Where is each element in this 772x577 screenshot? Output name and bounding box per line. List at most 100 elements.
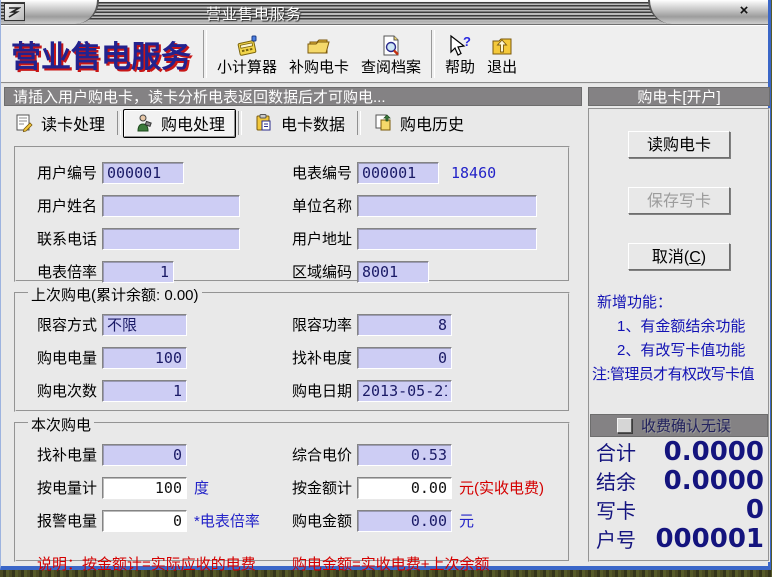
by-amount-unit: 元(实收电费) [459,477,544,498]
energy-bought-label: 购电电量 [37,347,102,368]
confirm-bar: 收费确认无误 [590,414,768,437]
purchase-card-panel: 读购电卡 保存写卡 取消(C) 新增功能： 1、有金额结余功能 2、有改写卡值功… [588,108,770,562]
limit-mode-input[interactable] [102,314,187,336]
exit-label: 退出 [487,59,517,77]
adjust-energy-input[interactable] [102,444,187,466]
tab-purchase-process-label: 购电处理 [161,111,225,135]
right-column: 购电卡[开户] 读购电卡 保存写卡 取消(C) 新增功能： 1、有金额结余功能 … [588,87,770,562]
last-purchase-legend: 上次购电(累计余额: 0.00) [28,284,202,305]
meter-no-input[interactable] [357,162,439,184]
repurchase-card-label: 补购电卡 [289,59,349,77]
tab-purchase-process[interactable]: 购电处理 [123,109,236,138]
history-pages-icon [373,113,393,133]
balance-row: 结余 0.0000 [590,466,768,495]
alarm-energy-label: 报警电量 [37,510,102,531]
limit-power-input[interactable] [357,314,452,336]
area-code-label: 区域编码 [292,261,357,282]
meter-no-label: 电表编号 [292,162,357,183]
person-icon [134,113,154,133]
adjust-degree-input[interactable] [357,347,452,369]
purchase-amount-unit: 元 [459,510,474,531]
by-energy-label: 按电量计 [37,477,102,498]
by-amount-input[interactable] [357,477,452,499]
note-left: 说明：按金额计=实际应收的电费 [37,553,256,574]
balance-label: 结余 [596,466,636,495]
confirm-checkbox[interactable] [617,418,632,433]
save-write-card-button: 保存写卡 [628,187,730,214]
app-logo-icon [4,3,25,21]
meter-rate-input[interactable] [102,261,174,283]
close-button[interactable]: × [734,2,754,20]
app-title: 营业售电服务 [11,32,191,76]
user-no-input[interactable] [102,162,184,184]
folder-card-icon [306,33,332,59]
read-card-button[interactable]: 读购电卡 [628,131,730,158]
account-no-row: 户号 000001 [590,524,768,553]
note-line: 2、有改写卡值功能 [617,339,768,363]
user-name-label: 用户姓名 [37,195,102,216]
phone-input[interactable] [102,228,240,250]
account-no-label: 户号 [596,524,636,553]
view-archive-button[interactable]: 查阅档案 [355,29,427,79]
user-info-panel: 用户编号 电表编号 18460 用户姓名 单位名称 [14,146,570,282]
help-label: 帮助 [445,59,475,77]
composite-price-label: 综合电价 [292,444,357,465]
tab-purchase-history-label: 购电历史 [400,111,464,135]
alarm-energy-input[interactable] [102,510,187,532]
main-area: 请插入用户购电卡，读卡分析电表返回数据后才可购电... 读卡处理 [1,84,768,562]
left-column: 请插入用户购电卡，读卡分析电表返回数据后才可购电... 读卡处理 [4,87,582,562]
by-amount-label: 按金额计 [292,477,357,498]
write-card-label: 写卡 [596,495,636,524]
address-input[interactable] [357,228,537,250]
address-label: 用户地址 [292,228,357,249]
user-name-input[interactable] [102,195,240,217]
write-card-value: 0 [636,495,764,525]
tab-separator [117,111,121,135]
purchase-amount-label: 购电金额 [292,510,357,531]
meter-serial-text: 18460 [451,164,496,182]
balance-value: 0.0000 [636,466,764,496]
tab-card-data-label: 电卡数据 [281,111,345,135]
repurchase-card-button[interactable]: 补购电卡 [283,29,355,79]
view-archive-label: 查阅档案 [361,59,421,77]
tab-read-card[interactable]: 读卡处理 [4,110,115,137]
exit-icon [489,33,515,59]
svg-text:?: ? [463,34,471,49]
note-line: 1、有金额结余功能 [617,315,768,339]
calculator-label: 小计算器 [217,59,277,77]
write-card-row: 写卡 0 [590,495,768,524]
purchase-date-input[interactable] [357,380,452,402]
current-purchase-group: 本次购电 找补电量 综合电价 按电量计 度 [14,422,570,562]
side-panel-title: 购电卡[开户] [588,87,770,106]
tab-separator [238,111,242,135]
alarm-energy-note: *电表倍率 [194,510,260,531]
calculator-button[interactable]: 小计算器 [211,29,283,79]
unit-name-input[interactable] [357,195,537,217]
limit-power-label: 限容功率 [292,314,357,335]
area-code-input[interactable] [357,261,429,283]
purchase-times-label: 购电次数 [37,380,102,401]
last-purchase-group: 上次购电(累计余额: 0.00) 限容方式 限容功率 购电电量 [14,292,570,412]
new-features-notes: 新增功能： 1、有金额结余功能 2、有改写卡值功能 注:管理员才有权改写卡值 [590,291,768,387]
toolbar-separator [431,30,435,78]
tab-card-data[interactable]: 电卡数据 [244,110,355,137]
total-value: 0.0000 [636,437,764,467]
purchase-amount-input[interactable] [357,510,452,532]
doc-edit-icon [14,113,34,133]
window-title: 营业售电服务 [206,3,302,24]
note-right: 购电金额=实收电费+上次余额 [292,553,490,574]
unit-name-label: 单位名称 [292,195,357,216]
archive-search-icon [379,33,403,59]
user-no-label: 用户编号 [37,162,102,183]
energy-bought-input[interactable] [102,347,187,369]
exit-button[interactable]: 退出 [481,29,523,79]
title-bar[interactable]: 营业售电服务 × [1,0,768,25]
tab-purchase-history[interactable]: 购电历史 [363,110,474,137]
by-energy-input[interactable] [102,477,187,499]
total-row: 合计 0.0000 [590,437,768,466]
help-button[interactable]: ? 帮助 [439,29,481,79]
cancel-button[interactable]: 取消(C) [628,243,730,270]
purchase-times-input[interactable] [102,380,187,402]
phone-label: 联系电话 [37,228,102,249]
composite-price-input[interactable] [357,444,452,466]
